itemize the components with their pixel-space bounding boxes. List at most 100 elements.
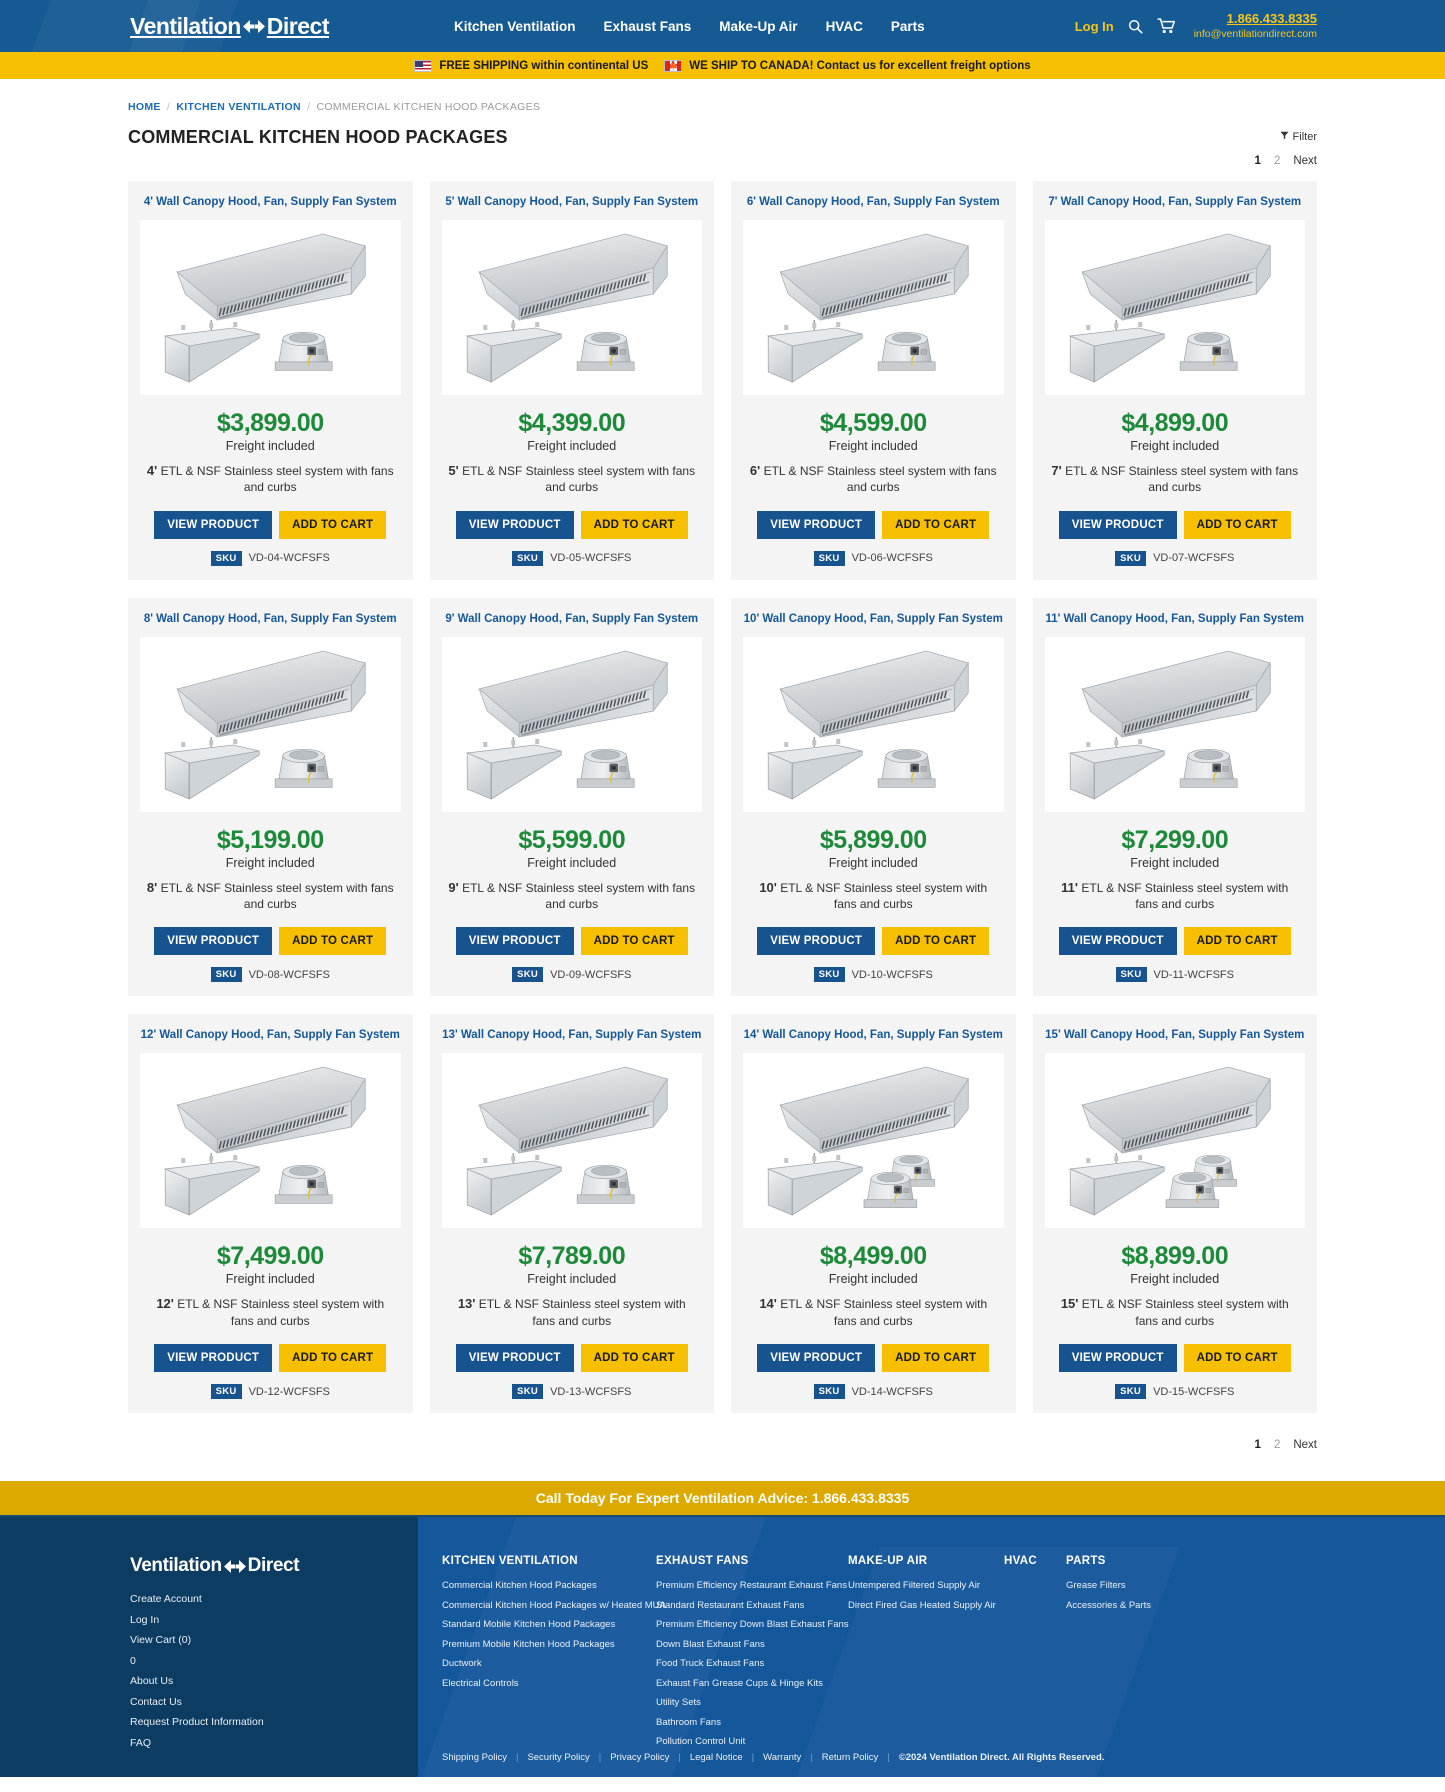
product-title[interactable]: 15' Wall Canopy Hood, Fan, Supply Fan Sy… [1045,1028,1304,1043]
legal-link[interactable]: Warranty [763,1752,801,1763]
footer-link[interactable]: Direct Fired Gas Heated Supply Air [848,1600,996,1611]
pagination-next[interactable]: Next [1293,155,1317,167]
product-title[interactable]: 6' Wall Canopy Hood, Fan, Supply Fan Sys… [747,195,1000,210]
product-image[interactable] [1044,636,1305,812]
pagination-page-1[interactable]: 1 [1255,1439,1261,1451]
footer-link[interactable]: Standard Mobile Kitchen Hood Packages [442,1619,642,1630]
view-product-button[interactable]: VIEW PRODUCT [455,1344,574,1373]
footer-link[interactable]: Down Blast Exhaust Fans [656,1639,834,1650]
view-product-button[interactable]: VIEW PRODUCT [455,927,574,956]
site-logo[interactable]: Ventilation Direct [130,13,330,40]
footer-link[interactable]: Food Truck Exhaust Fans [656,1658,834,1669]
product-image[interactable] [1044,219,1305,395]
product-image[interactable] [1044,1053,1305,1229]
product-image[interactable] [743,636,1004,812]
search-icon[interactable] [1128,19,1143,34]
add-to-cart-button[interactable]: ADD TO CART [279,510,387,539]
product-title[interactable]: 4' Wall Canopy Hood, Fan, Supply Fan Sys… [144,195,397,210]
view-product-button[interactable]: VIEW PRODUCT [455,510,574,539]
footer-link[interactable]: Pollution Control Unit [656,1736,834,1747]
pagination-page-2[interactable]: 2 [1274,155,1280,167]
footer-account-link[interactable]: 0 [130,1655,418,1667]
product-image[interactable] [441,1053,702,1229]
footer-link[interactable]: Utility Sets [656,1697,834,1708]
nav-item-hvac[interactable]: HVAC [826,19,863,34]
product-image[interactable] [743,1053,1004,1229]
footer-link[interactable]: Ductwork [442,1658,642,1669]
product-title[interactable]: 14' Wall Canopy Hood, Fan, Supply Fan Sy… [744,1028,1003,1043]
footer-account-link[interactable]: Create Account [130,1593,418,1605]
product-image[interactable] [140,1053,401,1229]
product-image[interactable] [441,219,702,395]
nav-item-parts[interactable]: Parts [891,19,925,34]
pagination-page-1[interactable]: 1 [1255,155,1261,167]
product-title[interactable]: 9' Wall Canopy Hood, Fan, Supply Fan Sys… [445,612,698,627]
pagination-page-2[interactable]: 2 [1274,1439,1280,1451]
view-product-button[interactable]: VIEW PRODUCT [757,1344,876,1373]
view-product-button[interactable]: VIEW PRODUCT [154,510,273,539]
add-to-cart-button[interactable]: ADD TO CART [1183,510,1291,539]
footer-link[interactable]: Standard Restaurant Exhaust Fans [656,1600,834,1611]
add-to-cart-button[interactable]: ADD TO CART [1183,1344,1291,1373]
legal-link[interactable]: Privacy Policy [610,1752,669,1763]
product-title[interactable]: 12' Wall Canopy Hood, Fan, Supply Fan Sy… [141,1028,400,1043]
footer-link[interactable]: Grease Filters [1066,1580,1202,1591]
add-to-cart-button[interactable]: ADD TO CART [1183,927,1291,956]
nav-item-kitchen-ventilation[interactable]: Kitchen Ventilation [454,19,576,34]
nav-item-make-up-air[interactable]: Make-Up Air [719,19,797,34]
login-link[interactable]: Log In [1075,19,1114,34]
footer-link[interactable]: Untempered Filtered Supply Air [848,1580,990,1591]
add-to-cart-button[interactable]: ADD TO CART [279,927,387,956]
product-image[interactable] [441,636,702,812]
footer-link[interactable]: Premium Efficiency Restaurant Exhaust Fa… [656,1580,847,1591]
product-title[interactable]: 8' Wall Canopy Hood, Fan, Supply Fan Sys… [144,612,397,627]
product-title[interactable]: 5' Wall Canopy Hood, Fan, Supply Fan Sys… [445,195,698,210]
legal-link[interactable]: Shipping Policy [442,1752,507,1763]
add-to-cart-button[interactable]: ADD TO CART [279,1344,387,1373]
header-phone[interactable]: 1.866.433.8335 [1194,11,1317,27]
product-image[interactable] [140,219,401,395]
add-to-cart-button[interactable]: ADD TO CART [580,510,688,539]
add-to-cart-button[interactable]: ADD TO CART [882,1344,990,1373]
footer-link[interactable]: Exhaust Fan Grease Cups & Hinge Kits [656,1678,834,1689]
footer-link[interactable]: Accessories & Parts [1066,1600,1202,1611]
add-to-cart-button[interactable]: ADD TO CART [882,510,990,539]
footer-account-link[interactable]: FAQ [130,1737,418,1749]
footer-account-link[interactable]: About Us [130,1675,418,1687]
add-to-cart-button[interactable]: ADD TO CART [580,1344,688,1373]
view-product-button[interactable]: VIEW PRODUCT [757,510,876,539]
breadcrumb-home[interactable]: HOME [128,101,161,113]
view-product-button[interactable]: VIEW PRODUCT [1058,927,1177,956]
footer-account-link[interactable]: Log In [130,1614,418,1626]
view-product-button[interactable]: VIEW PRODUCT [1058,510,1177,539]
view-product-button[interactable]: VIEW PRODUCT [154,927,273,956]
legal-link[interactable]: Legal Notice [690,1752,743,1763]
cart-icon[interactable] [1157,18,1176,34]
legal-link[interactable]: Return Policy [822,1752,879,1763]
product-title[interactable]: 7' Wall Canopy Hood, Fan, Supply Fan Sys… [1048,195,1301,210]
view-product-button[interactable]: VIEW PRODUCT [1058,1344,1177,1373]
breadcrumb-parent[interactable]: KITCHEN VENTILATION [176,101,301,113]
product-image[interactable] [743,219,1004,395]
footer-link[interactable]: Commercial Kitchen Hood Packages w/ Heat… [442,1600,666,1611]
footer-link[interactable]: Electrical Controls [442,1678,642,1689]
footer-account-link[interactable]: View Cart (0) [130,1634,418,1646]
product-title[interactable]: 10' Wall Canopy Hood, Fan, Supply Fan Sy… [744,612,1003,627]
footer-link[interactable]: Bathroom Fans [656,1717,834,1728]
product-title[interactable]: 13' Wall Canopy Hood, Fan, Supply Fan Sy… [442,1028,701,1043]
footer-link[interactable]: Commercial Kitchen Hood Packages [442,1580,642,1591]
view-product-button[interactable]: VIEW PRODUCT [757,927,876,956]
legal-link[interactable]: Security Policy [527,1752,589,1763]
filter-button[interactable]: Filter [1279,131,1317,143]
view-product-button[interactable]: VIEW PRODUCT [154,1344,273,1373]
product-title[interactable]: 11' Wall Canopy Hood, Fan, Supply Fan Sy… [1045,612,1304,627]
footer-account-link[interactable]: Contact Us [130,1696,418,1708]
add-to-cart-button[interactable]: ADD TO CART [882,927,990,956]
header-email[interactable]: info@ventilationdirect.com [1194,28,1317,41]
nav-item-exhaust-fans[interactable]: Exhaust Fans [604,19,692,34]
add-to-cart-button[interactable]: ADD TO CART [580,927,688,956]
footer-link[interactable]: Premium Mobile Kitchen Hood Packages [442,1639,642,1650]
pagination-next[interactable]: Next [1293,1439,1317,1451]
footer-account-link[interactable]: Request Product Information [130,1716,418,1728]
product-image[interactable] [140,636,401,812]
